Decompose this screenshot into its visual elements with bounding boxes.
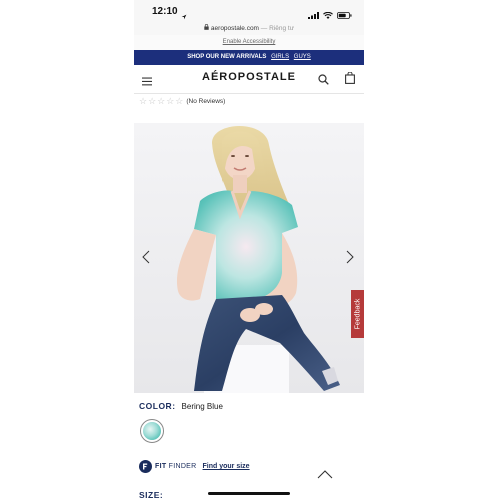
- fit-finder-label: FIT FINDER: [155, 463, 197, 470]
- home-indicator[interactable]: [208, 492, 290, 495]
- status-time: 12:10: [152, 6, 178, 17]
- promo-link-guys[interactable]: GUYS: [294, 54, 311, 60]
- shopping-bag-icon[interactable]: [345, 71, 355, 89]
- fit-finder-row: FIT FINDER Find your size: [139, 460, 250, 473]
- lock-icon: [204, 22, 209, 35]
- feedback-label: Feedback: [354, 298, 361, 330]
- find-your-size-link[interactable]: Find your size: [203, 463, 250, 470]
- site-logo[interactable]: AÉROPOSTALE: [134, 71, 364, 83]
- feedback-tab[interactable]: Feedback: [351, 290, 364, 338]
- color-value: Bering Blue: [181, 402, 223, 411]
- promo-text: SHOP OUR NEW ARRIVALS: [187, 54, 267, 60]
- url-private-label: — Riêng tư: [260, 25, 295, 32]
- search-icon[interactable]: [318, 72, 329, 90]
- fit-finder-suffix: FINDER: [168, 463, 197, 470]
- model-photo: [134, 123, 364, 393]
- fit-finder-brand: FIT: [155, 463, 167, 470]
- no-reviews-label: (No Reviews): [186, 98, 226, 105]
- page: 12:10 aeropostale.com — Riêng tư Enable …: [0, 0, 499, 499]
- phone-screen: 12:10 aeropostale.com — Riêng tư Enable …: [134, 0, 364, 499]
- promo-banner: SHOP OUR NEW ARRIVALS GIRLS GUYS: [134, 50, 364, 65]
- address-bar[interactable]: aeropostale.com — Riêng tư: [134, 22, 364, 35]
- chevron-right-icon[interactable]: [346, 250, 354, 269]
- rating-row[interactable]: ☆☆☆☆☆ (No Reviews): [139, 96, 225, 107]
- promo-link-girls[interactable]: GIRLS: [271, 54, 289, 60]
- url-text: aeropostale.com: [210, 25, 259, 32]
- size-label: SIZE:: [139, 490, 164, 499]
- chevron-up-icon[interactable]: [317, 466, 333, 484]
- color-label: COLOR:: [139, 401, 176, 411]
- product-image[interactable]: [134, 123, 364, 393]
- chevron-left-icon[interactable]: [142, 250, 150, 269]
- fit-finder-icon: [139, 460, 152, 473]
- star-rating-icons: ☆☆☆☆☆: [139, 96, 185, 106]
- enable-accessibility-link[interactable]: Enable Accessibility: [134, 35, 364, 50]
- color-row: COLOR: Bering Blue: [139, 401, 223, 411]
- swatch-fill: [143, 422, 161, 440]
- color-swatch-bering-blue[interactable]: [140, 419, 164, 443]
- site-header: AÉROPOSTALE: [134, 65, 364, 94]
- status-bar: 12:10: [134, 0, 364, 22]
